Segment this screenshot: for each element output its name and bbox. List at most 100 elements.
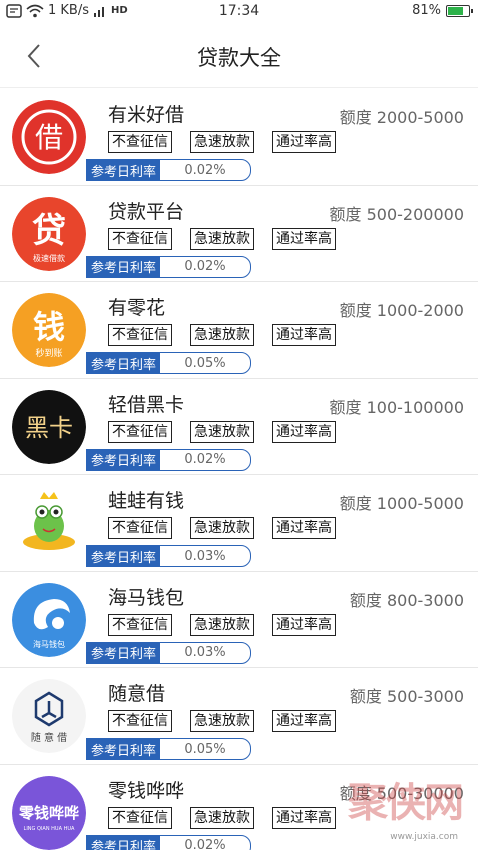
daily-rate: 参考日利率 0.05%: [86, 352, 252, 374]
nav-bar: 贷款大全: [0, 24, 478, 88]
feature-tags: 不查征信 急速放款 通过率高: [108, 613, 336, 636]
tag-high-approval: 通过率高: [272, 131, 336, 153]
app-logo[interactable]: 随 意 借: [12, 679, 86, 753]
loan-amount: 额度 500-200000: [329, 204, 464, 224]
rate-label: 参考日利率: [87, 739, 161, 759]
tag-high-approval: 通过率高: [272, 420, 336, 443]
feature-tags: 不查征信 急速放款 通过率高: [108, 420, 336, 443]
loan-name: 随意借: [108, 683, 166, 705]
logo-subtext: LING QIAN HUA HUA: [24, 826, 75, 832]
tag-fast-loan: 急速放款: [190, 613, 254, 636]
feature-tags: 不查征信 急速放款 通过率高: [108, 806, 336, 829]
tag-no-credit-check: 不查征信: [108, 517, 172, 539]
logo-subtext: 秒到账: [35, 347, 62, 359]
tag-no-credit-check: 不查征信: [108, 613, 172, 636]
tag-high-approval: 通过率高: [272, 613, 336, 636]
rate-label: 参考日利率: [87, 353, 161, 373]
logo-text: 零钱哗哗: [18, 804, 79, 822]
tag-fast-loan: 急速放款: [190, 131, 254, 153]
watermark-text: 聚侠网: [348, 779, 464, 826]
site-watermark: 聚侠网 www.juxia.com: [348, 770, 468, 846]
feature-tags: 不查征信 急速放款 通过率高: [108, 710, 336, 732]
logo-text: 钱: [33, 308, 65, 346]
rate-value: 0.02%: [184, 838, 226, 850]
rate-label: 参考日利率: [87, 160, 161, 180]
loan-name: 有米好借: [108, 104, 185, 126]
rate-value: 0.03%: [184, 548, 226, 564]
daily-rate: 参考日利率 0.05%: [86, 738, 252, 760]
loan-name: 蛙蛙有钱: [108, 490, 185, 512]
loan-amount: 额度 500-3000: [349, 687, 464, 706]
loan-name: 有零花: [108, 297, 166, 319]
rate-value: 0.02%: [184, 259, 226, 274]
rate-value: 0.05%: [184, 355, 226, 371]
daily-rate: 参考日利率 0.02%: [86, 159, 252, 181]
app-logo[interactable]: 海马钱包: [12, 582, 86, 657]
logo-subtext: 极速借款: [33, 253, 65, 263]
daily-rate: 参考日利率 0.02%: [86, 448, 252, 471]
status-time: 17:34: [218, 3, 260, 19]
tag-no-credit-check: 不查征信: [108, 806, 172, 829]
loan-name: 零钱哗哗: [108, 779, 185, 802]
loan-name: 轻借黑卡: [108, 393, 185, 416]
loan-item[interactable]: 钱秒到账 有零花 额度 1000-2000 不查征信 急速放款 通过率高 参考日…: [0, 282, 478, 379]
page-title: 贷款大全: [197, 46, 281, 70]
app-logo[interactable]: [12, 486, 86, 560]
battery-fill: [448, 6, 464, 15]
logo-text: 借: [35, 121, 63, 154]
status-right: 81%: [412, 3, 473, 18]
tag-high-approval: 通过率高: [272, 710, 336, 732]
rate-label: 参考日利率: [87, 449, 161, 470]
loan-amount: 额度 1000-2000: [339, 301, 464, 320]
tag-no-credit-check: 不查征信: [108, 131, 172, 153]
app-logo[interactable]: 借: [12, 100, 86, 174]
tag-fast-loan: 急速放款: [190, 420, 254, 443]
rate-label: 参考日利率: [87, 835, 161, 850]
loan-item[interactable]: 蛙蛙有钱 额度 1000-5000 不查征信 急速放款 通过率高 参考日利率 0…: [0, 475, 478, 572]
loan-item[interactable]: 随 意 借 随意借 额度 500-3000 不查征信 急速放款 通过率高 参考日…: [0, 668, 478, 765]
loan-item[interactable]: 海马钱包 海马钱包 额度 800-3000 不查征信 急速放款 通过率高 参考日…: [0, 572, 478, 668]
tag-high-approval: 通过率高: [272, 517, 336, 539]
app-logo[interactable]: 黑卡: [12, 389, 86, 464]
battery-icon: [446, 4, 473, 17]
loan-item[interactable]: 借 有米好借 额度 2000-5000 不查征信 急速放款 通过率高 参考日利率…: [0, 89, 478, 186]
app-logo[interactable]: 钱秒到账: [12, 293, 86, 367]
loan-list: 借 有米好借 额度 2000-5000 不查征信 急速放款 通过率高 参考日利率…: [0, 89, 478, 850]
rate-label: 参考日利率: [87, 642, 161, 663]
loan-item[interactable]: 黑卡 轻借黑卡 额度 100-100000 不查征信 急速放款 通过率高 参考日…: [0, 379, 478, 475]
tag-fast-loan: 急速放款: [190, 517, 254, 539]
daily-rate: 参考日利率 0.03%: [86, 641, 252, 664]
tag-fast-loan: 急速放款: [190, 806, 254, 829]
logo-text: 贷: [32, 211, 66, 251]
feature-tags: 不查征信 急速放款 通过率高: [108, 131, 336, 153]
feature-tags: 不查征信 急速放款 通过率高: [108, 517, 336, 539]
rate-value: 0.03%: [184, 645, 226, 660]
loan-item[interactable]: 贷极速借款 贷款平台 额度 500-200000 不查征信 急速放款 通过率高 …: [0, 186, 478, 282]
feature-tags: 不查征信 急速放款 通过率高: [108, 324, 336, 346]
rate-value: 0.02%: [184, 162, 226, 178]
loan-amount: 额度 1000-5000: [339, 494, 464, 513]
tag-fast-loan: 急速放款: [190, 227, 254, 250]
tag-no-credit-check: 不查征信: [108, 227, 172, 250]
rate-value: 0.05%: [184, 741, 226, 757]
tag-fast-loan: 急速放款: [190, 710, 254, 732]
watermark-url: www.juxia.com: [390, 832, 458, 842]
logo-subtext: 海马钱包: [33, 639, 65, 649]
rate-label: 参考日利率: [87, 546, 161, 566]
tag-high-approval: 通过率高: [272, 227, 336, 250]
logo-text: 黑卡: [25, 414, 73, 442]
tag-no-credit-check: 不查征信: [108, 324, 172, 346]
status-bar: 1 KB/s HD 17:34 81%: [0, 0, 478, 24]
daily-rate: 参考日利率 0.03%: [86, 545, 252, 567]
daily-rate: 参考日利率 0.02%: [86, 255, 252, 278]
loan-amount: 额度 2000-5000: [339, 108, 464, 127]
battery-percent: 81%: [412, 3, 441, 18]
daily-rate: 参考日利率 0.02%: [86, 834, 252, 850]
tag-high-approval: 通过率高: [272, 806, 336, 829]
app-logo[interactable]: 贷极速借款: [12, 196, 86, 271]
loan-name: 贷款平台: [108, 200, 185, 223]
app-logo[interactable]: 零钱哗哗 LING QIAN HUA HUA: [12, 775, 86, 850]
logo-subtext: 随 意 借: [31, 731, 67, 744]
tag-fast-loan: 急速放款: [190, 324, 254, 346]
loan-name: 海马钱包: [108, 586, 185, 609]
